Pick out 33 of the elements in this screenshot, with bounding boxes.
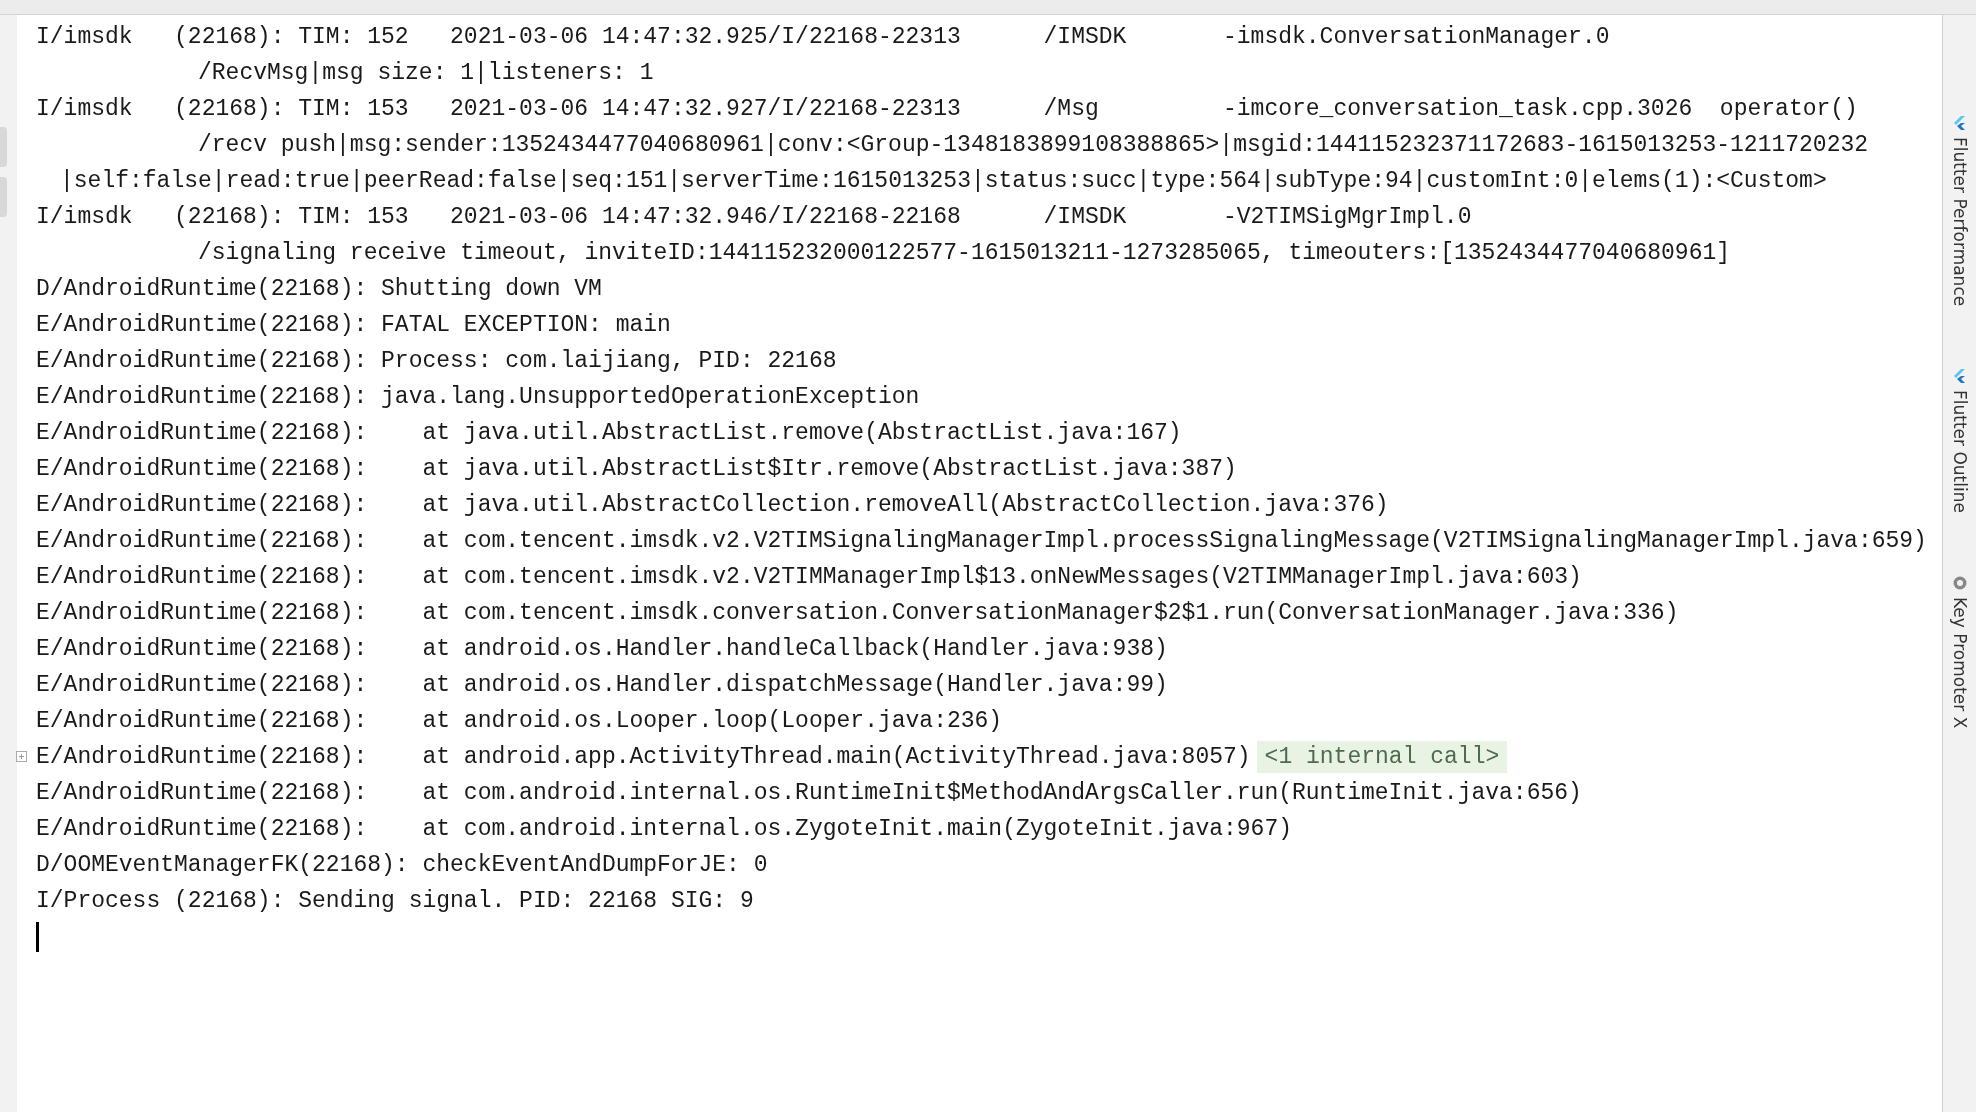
log-line: E/AndroidRuntime(22168): at android.os.Handler.handleCallback(Handler.java:938) xyxy=(36,635,1168,664)
log-line: E/AndroidRuntime(22168): java.lang.UnsupportedOperationException xyxy=(36,383,920,412)
log-line: E/AndroidRuntime(22168): at com.tencent.imsdk.conversation.ConversationManager$2$1.run(ConversationManager.java:336) xyxy=(36,599,1679,628)
log-line: E/AndroidRuntime(22168): at java.util.AbstractList.remove(AbstractList.java:167) xyxy=(36,419,1182,448)
log-line: D/AndroidRuntime(22168): Shutting down VM xyxy=(36,275,602,304)
log-line: E/AndroidRuntime(22168): at com.android.internal.os.RuntimeInit$MethodAndArgsCaller.run(RuntimeInit.java:656) xyxy=(36,779,1582,808)
tool-window-tab[interactable]: Flutter Performance xyxy=(1949,115,1970,307)
log-line: E/AndroidRuntime(22168): at com.tencent.imsdk.v2.V2TIMManagerImpl$13.onNewMessages(V2TIMManagerImpl.java:603) xyxy=(36,563,1582,592)
log-line: E/AndroidRuntime(22168): at com.tencent.imsdk.v2.V2TIMSignalingManagerImpl.processSignalingMessage(V2TIMSignalingManagerImpl.java:659) xyxy=(36,527,1927,556)
text-cursor xyxy=(36,922,39,952)
log-line: I/imsdk (22168): TIM: 153 2021-03-06 14:47:32.946/I/22168-22168 /IMSDK -V2TIMSigMgrImpl.0 xyxy=(36,203,1472,232)
gutter-marker xyxy=(0,127,7,167)
gutter-marker xyxy=(0,177,7,217)
tool-window-tab[interactable]: Flutter Outline xyxy=(1949,368,1970,514)
log-line: /recv push|msg:sender:1352434477040680961|conv:<Group-1348183899108388865>|msgid:144115232371172683-1615013253-1211720232 xyxy=(198,131,1869,160)
log-line: E/AndroidRuntime(22168): at android.os.Looper.loop(Looper.java:236) xyxy=(36,707,1003,736)
log-line: E/AndroidRuntime(22168): at com.android.internal.os.ZygoteInit.main(ZygoteInit.java:967) xyxy=(36,815,1292,844)
log-line: I/imsdk (22168): TIM: 152 2021-03-06 14:47:32.925/I/22168-22313 /IMSDK -imsdk.ConversationManager.0 xyxy=(36,23,1610,52)
log-line: E/AndroidRuntime(22168): at android.os.Handler.dispatchMessage(Handler.java:99) xyxy=(36,671,1168,700)
log-line: /RecvMsg|msg size: 1|listeners: 1 xyxy=(198,59,654,88)
log-line: E/AndroidRuntime(22168): Process: com.laijiang, PID: 22168 xyxy=(36,347,837,376)
log-line: I/imsdk (22168): TIM: 153 2021-03-06 14:47:32.927/I/22168-22313 /Msg -imcore_conversation_task.cpp.3026 operator() xyxy=(36,95,1858,124)
tool-window-tab[interactable]: Key Promoter X xyxy=(1949,575,1970,729)
log-line: /signaling receive timeout, inviteID:144115232000122577-1615013211-1273285065, timeouters:[1352434477040680961] xyxy=(198,239,1731,268)
expand-icon[interactable] xyxy=(16,751,27,762)
log-line: E/AndroidRuntime(22168): at java.util.AbstractCollection.removeAll(AbstractCollection.java:376) xyxy=(36,491,1389,520)
internal-call-link[interactable]: <1 internal call> xyxy=(1256,741,1508,773)
log-line: E/AndroidRuntime(22168): FATAL EXCEPTION: main xyxy=(36,311,671,340)
log-line: E/AndroidRuntime(22168): at android.app.ActivityThread.main(ActivityThread.java:8057) xyxy=(36,743,1251,772)
log-line: I/Process (22168): Sending signal. PID: 22168 SIG: 9 xyxy=(36,887,754,916)
log-line: D/OOMEventManagerFK(22168): checkEventAndDumpForJE: 0 xyxy=(36,851,768,880)
log-line: |self:false|read:true|peerRead:false|seq:151|serverTime:1615013253|status:succ|type:564|subType:94|customInt:0|elems(1):<Custom> xyxy=(60,167,1827,196)
log-line: E/AndroidRuntime(22168): at java.util.AbstractList$Itr.remove(AbstractList.java:387) xyxy=(36,455,1237,484)
